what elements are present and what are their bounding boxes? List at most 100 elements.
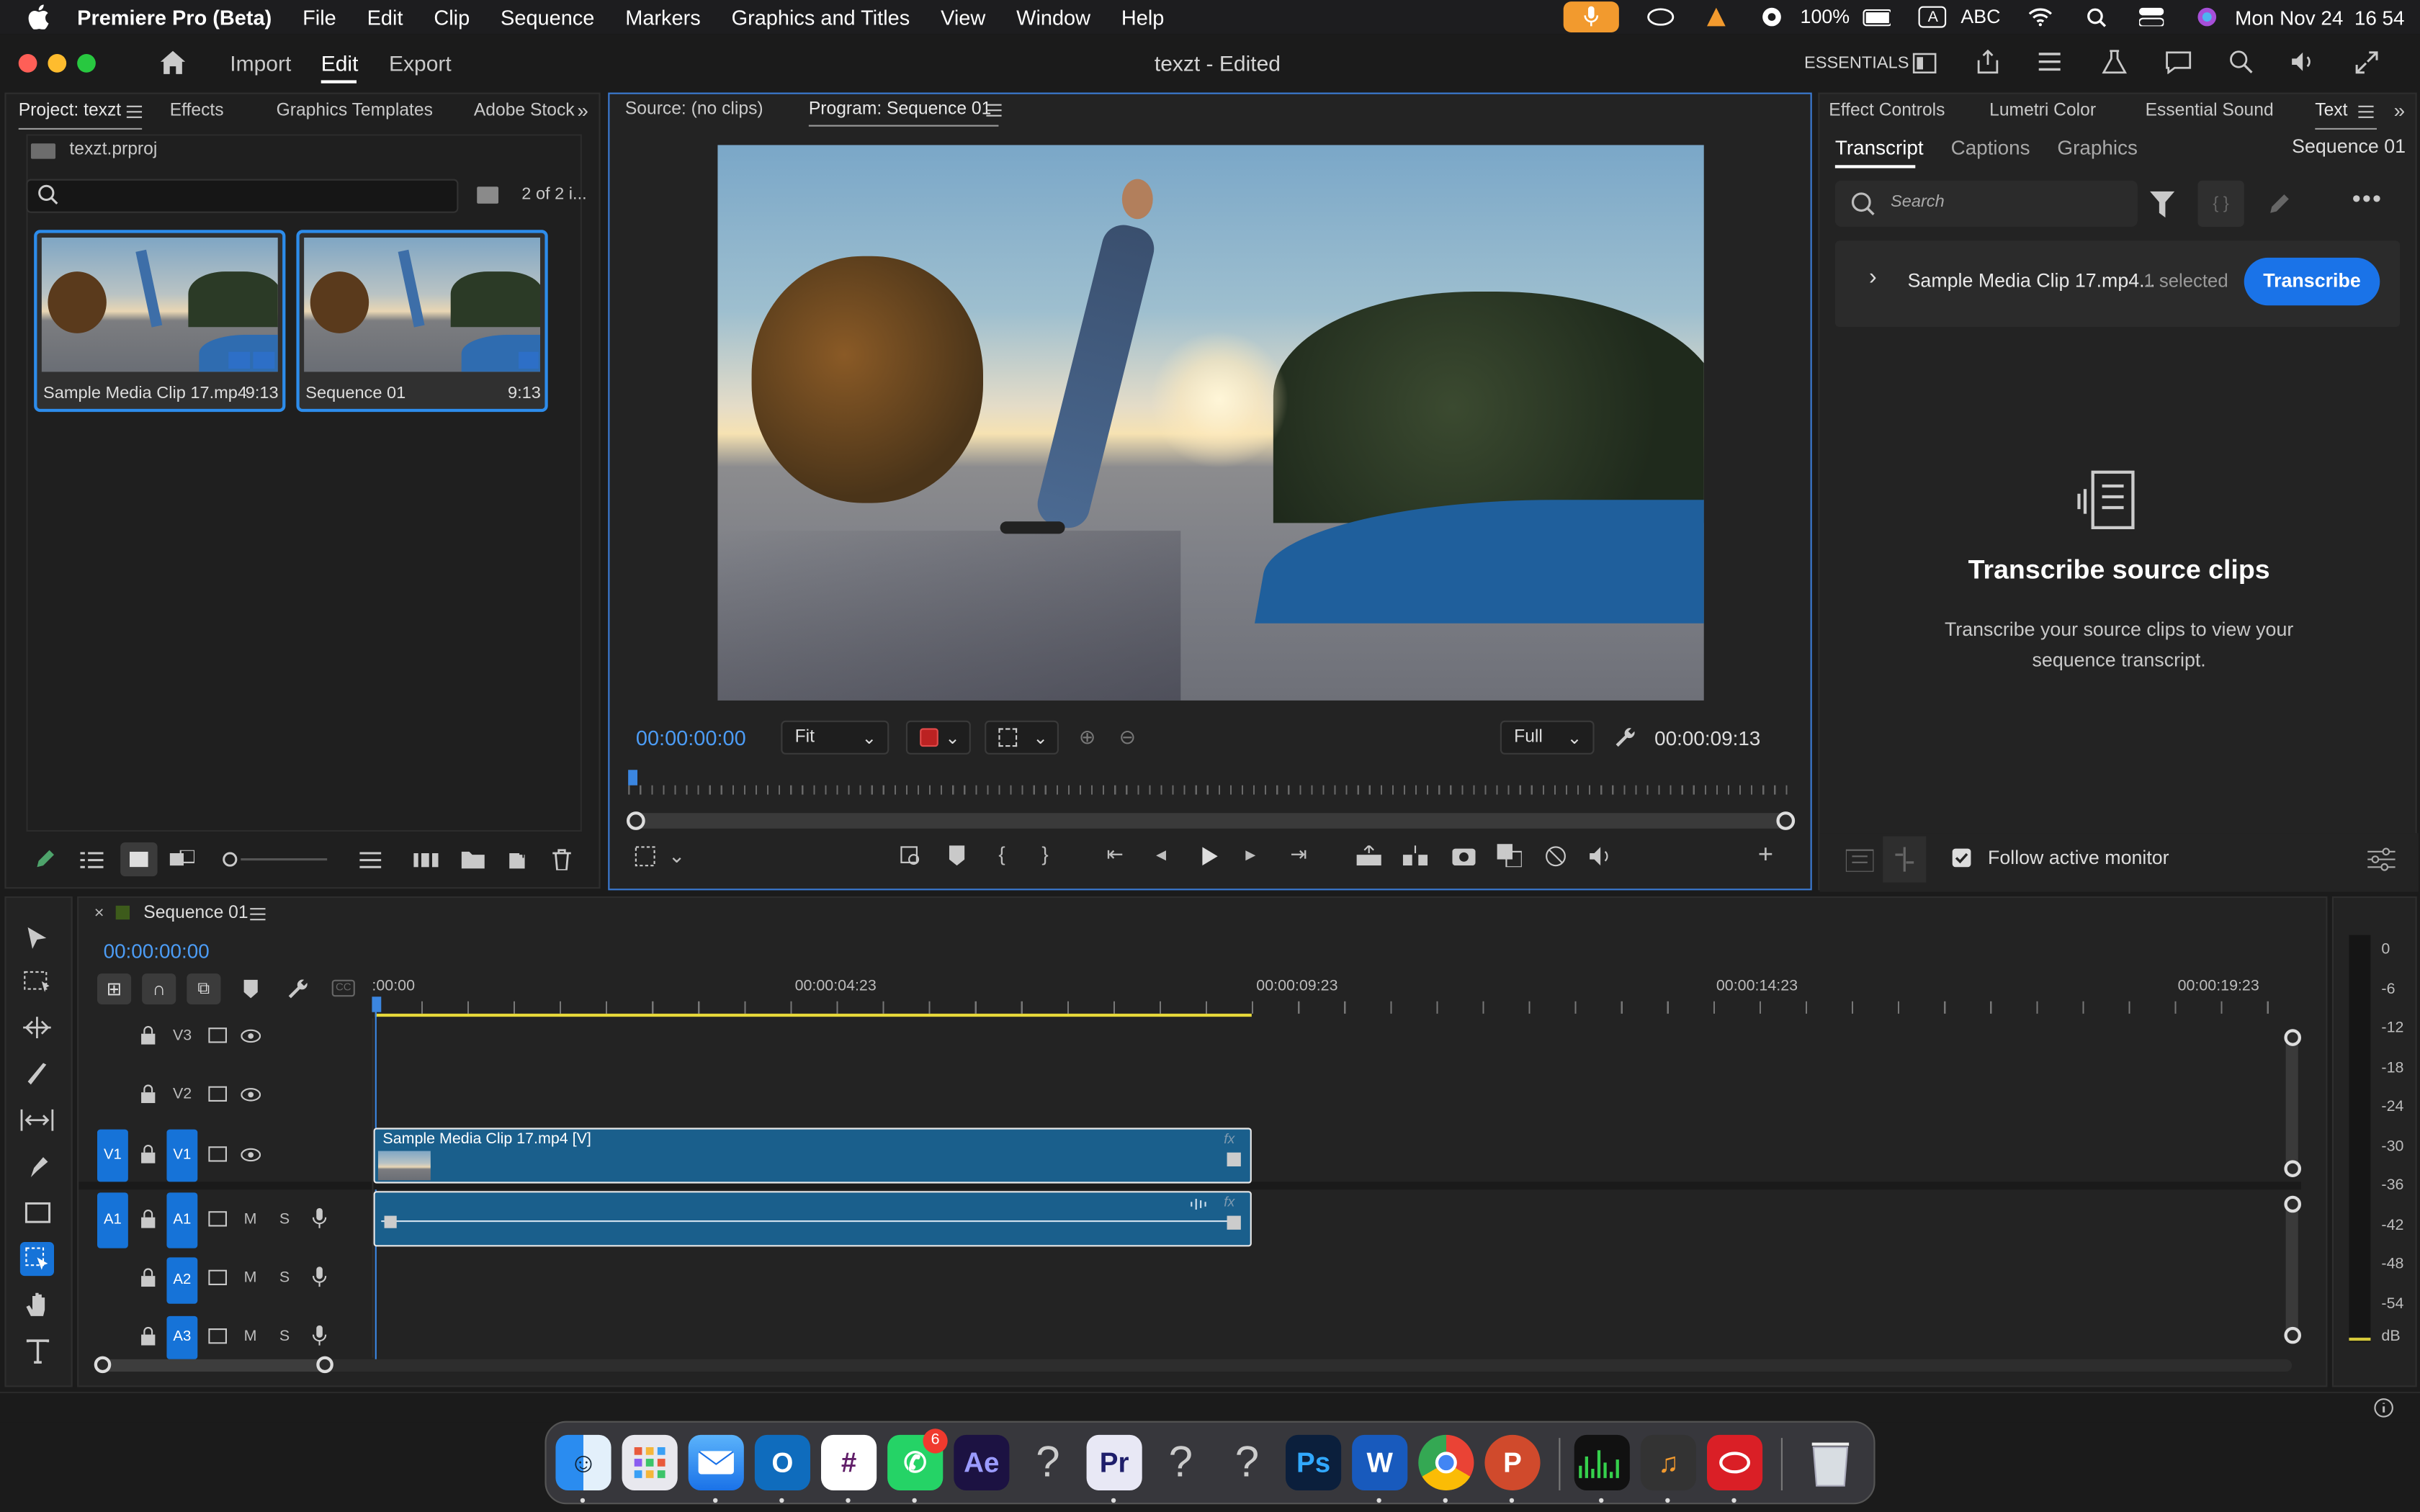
go-to-in-icon[interactable]: ⇤ [1106,844,1123,864]
timeline-playhead[interactable] [372,996,382,1012]
rectangle-tool-icon[interactable] [24,1202,51,1223]
menu-view[interactable]: View [941,6,985,29]
track-a1-target[interactable]: A1 [166,1192,198,1248]
follow-active-monitor-checkbox[interactable] [1952,848,1971,868]
zoom-in-icon[interactable]: ⊕ [1079,726,1095,747]
tab-effect-controls[interactable]: Effect Controls [1829,102,1945,120]
unknown-app-icon[interactable]: ? [1219,1435,1275,1490]
track-a2-target[interactable]: A2 [166,1257,198,1304]
add-marker-icon[interactable] [949,845,965,866]
subtab-graphics[interactable]: Graphics [2057,136,2137,159]
eye-v1-icon[interactable] [241,1148,261,1162]
transcript-settings-icon[interactable] [2367,847,2396,871]
creative-cloud-icon[interactable] [1707,1434,1763,1490]
button-editor-add-icon[interactable]: + [1758,841,1773,867]
track-select-tool-icon[interactable] [23,971,51,992]
solo-a3-button[interactable]: S [279,1328,290,1346]
sequence-tab[interactable]: Sequence 01 [143,904,248,923]
scrollbar-end-handle[interactable] [1776,811,1796,830]
timeline-zoom-start-handle[interactable] [94,1356,112,1374]
audio-clip-a1[interactable]: fx [373,1191,1252,1247]
zoom-slider[interactable] [223,850,328,869]
step-forward-icon[interactable]: ▸ [1245,844,1255,864]
more-panels-icon[interactable]: » [2394,99,2406,122]
timeline-timecode[interactable]: 00:00:00:00 [104,940,210,963]
export-frame-search-icon[interactable] [900,845,921,867]
after-effects-icon[interactable]: Ae [954,1434,1010,1490]
search-help-icon[interactable] [2228,50,2253,74]
quick-export-icon[interactable] [2038,51,2062,73]
apple-icon[interactable] [28,4,50,30]
play-icon[interactable] [1202,847,1218,866]
timeline-zoom-scrollbar[interactable] [100,1359,2293,1372]
video-scroll-bottom-handle[interactable] [2284,1160,2301,1177]
text-panel-menu-icon[interactable] [2358,105,2374,119]
unknown-app-icon[interactable]: ? [1020,1435,1075,1490]
hand-tool-icon[interactable] [24,1292,50,1318]
minimize-window-button[interactable] [48,54,67,73]
sync-lock-a1-icon[interactable] [208,1211,227,1227]
workspaces-icon[interactable] [1912,53,1937,74]
slip-tool-icon[interactable] [20,1109,54,1131]
trash-icon[interactable] [552,849,571,870]
microphone-icon[interactable] [1564,1,1620,33]
track-v1-target[interactable]: V1 [166,1129,198,1182]
audio-scroll-top-handle[interactable] [2284,1195,2301,1213]
match-case-button[interactable]: { } [2197,180,2244,227]
multi-camera-icon[interactable] [1545,845,1567,867]
monitor-playhead[interactable] [628,770,637,786]
solo-a2-button[interactable]: S [279,1270,290,1287]
tab-project[interactable]: Project: texzt [19,102,121,120]
voiceover-a1-icon[interactable] [312,1207,327,1230]
insert-overwrite-button[interactable]: ⊞ [97,973,132,1004]
safe-margins-dropdown[interactable]: ⌄ [905,720,971,755]
menu-help[interactable]: Help [1121,6,1164,29]
eye-v3-icon[interactable] [241,1029,261,1043]
lift-icon[interactable] [1356,845,1381,866]
vlc-icon[interactable] [1703,4,1731,29]
sync-lock-v3-icon[interactable] [208,1027,227,1043]
battery-icon[interactable] [1863,4,1891,29]
lock-v2-icon[interactable] [140,1084,156,1104]
project-search-input[interactable] [26,179,459,213]
source-patch-a1[interactable]: A1 [97,1192,128,1248]
new-item-icon[interactable] [509,850,529,869]
garageband-icon[interactable]: ♫ [1640,1434,1696,1490]
export-transcript-icon[interactable] [1845,847,1874,872]
monitor-zoom-scrollbar[interactable] [629,813,1791,829]
lock-v1-icon[interactable] [140,1145,156,1164]
razor-tool-icon[interactable] [26,1061,48,1086]
eye-v2-icon[interactable] [241,1088,261,1102]
sync-lock-a2-icon[interactable] [208,1269,227,1285]
source-patch-v1[interactable]: V1 [97,1129,128,1182]
voiceover-a2-icon[interactable] [312,1266,327,1288]
work-area-bar[interactable] [375,1013,1252,1017]
sequence-menu-icon[interactable] [250,907,266,921]
transcribe-button[interactable]: Transcribe [2244,257,2380,306]
project-item-clip[interactable]: Sample Media Clip 17.mp4 9:13 [34,230,286,413]
filter-icon[interactable] [2150,191,2175,218]
split-segment-button[interactable] [1883,836,1927,883]
zoom-level-dropdown[interactable]: Fit ⌄ [781,720,889,755]
lock-a3-icon[interactable] [140,1326,156,1346]
tab-source-monitor[interactable]: Source: (no clips) [625,100,763,119]
home-icon[interactable] [159,50,187,76]
share-icon[interactable] [1976,49,2000,74]
type-tool-icon[interactable] [26,1339,50,1364]
linked-selection-button[interactable]: ⧉ [187,973,221,1004]
menu-edit[interactable]: Edit [367,6,403,29]
beta-flask-icon[interactable] [2102,50,2127,74]
selection-tool-dropdown[interactable]: ⌄ [985,720,1059,755]
go-to-out-icon[interactable]: ⇥ [1290,844,1307,864]
playhead-timecode[interactable]: 00:00:00:00 [636,726,746,750]
program-video-frame[interactable] [717,145,1704,701]
input-source-icon[interactable]: A [1919,6,1948,28]
mute-a1-button[interactable]: M [244,1211,257,1228]
step-back-icon[interactable]: ◂ [1156,844,1166,864]
lock-a1-icon[interactable] [140,1210,156,1228]
info-icon[interactable] [2374,1398,2394,1418]
more-options-icon[interactable]: ••• [2352,186,2383,215]
timeline-zoom-thumb[interactable] [103,1359,325,1372]
chrome-icon[interactable] [1418,1434,1474,1490]
zoom-out-icon[interactable]: ⊖ [1119,726,1136,747]
